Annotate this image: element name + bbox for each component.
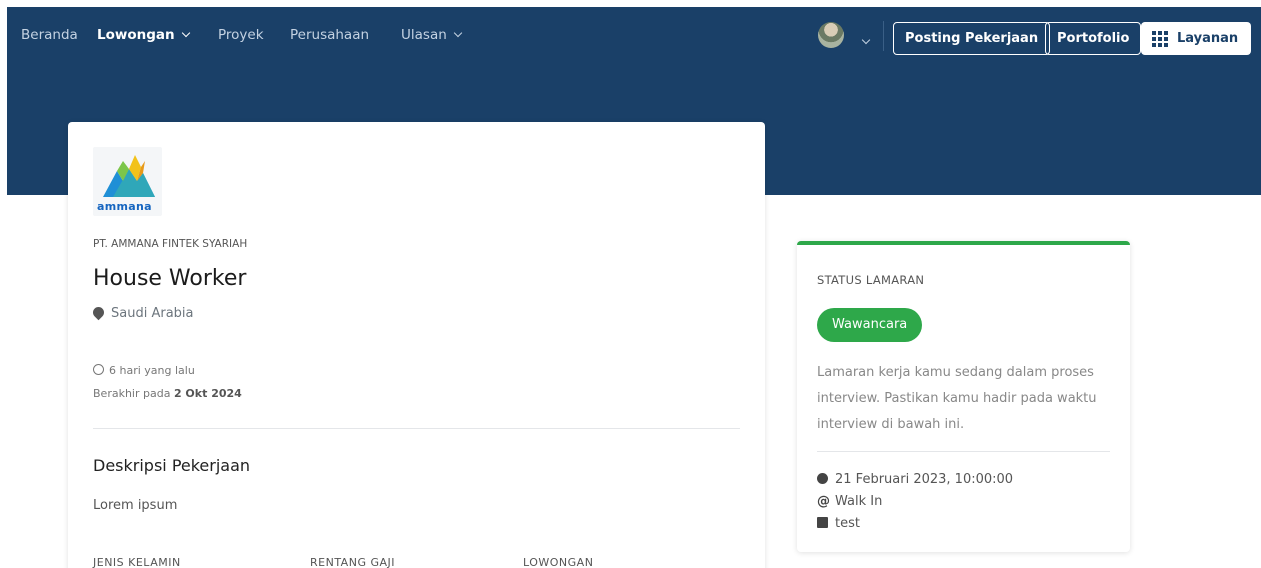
status-description: Lamaran kerja kamu sedang dalam proses i…: [817, 365, 1097, 432]
nav-ulasan-label: Ulasan: [401, 27, 447, 43]
location-text: Saudi Arabia: [111, 306, 194, 321]
deadline-date: 2 Okt 2024: [173, 387, 242, 400]
grid-icon: [1152, 31, 1168, 47]
deadline: Berakhir pada 2 Okt 2024: [93, 387, 242, 400]
nav-lowongan[interactable]: Lowongan: [97, 27, 190, 43]
divider: [817, 451, 1110, 452]
posted-time: 6 hari yang lalu: [93, 363, 195, 377]
note-icon: [817, 517, 828, 528]
interview-method-text: Walk In: [835, 494, 883, 509]
interview-note: test: [817, 516, 860, 531]
interview-method: @ Walk In: [817, 494, 882, 509]
interview-datetime-text: 21 Februari 2023, 10:00:00: [835, 472, 1014, 487]
job-title: House Worker: [93, 266, 247, 291]
avatar[interactable]: [818, 22, 844, 48]
nav-proyek[interactable]: Proyek: [218, 27, 264, 43]
company-name[interactable]: PT. AMMANA FINTEK SYARIAH: [93, 238, 247, 250]
chevron-down-icon: [181, 28, 190, 38]
services-button[interactable]: Layanan: [1141, 22, 1251, 55]
avatar-menu[interactable]: [855, 31, 871, 50]
mountain-logo-icon: [103, 155, 155, 197]
portfolio-button[interactable]: Portofolio: [1045, 22, 1142, 55]
nav-beranda[interactable]: Beranda: [21, 27, 78, 43]
chevron-down-icon: [453, 28, 463, 38]
nav-lowongan-label: Lowongan: [97, 27, 175, 43]
job-location: Saudi Arabia: [90, 304, 194, 321]
job-detail-card: ammana PT. AMMANA FINTEK SYARIAH House W…: [68, 122, 765, 568]
status-label: STATUS LAMARAN: [817, 273, 925, 287]
services-label: Layanan: [1177, 31, 1239, 46]
post-job-button[interactable]: Posting Pekerjaan: [893, 22, 1051, 55]
location-pin-icon: [90, 304, 107, 321]
clock-icon: [93, 364, 104, 375]
divider: [93, 428, 740, 429]
description-title: Deskripsi Pekerjaan: [93, 456, 251, 475]
nav-ulasan[interactable]: Ulasan: [401, 27, 463, 43]
status-badge: Wawancara: [817, 308, 923, 342]
at-icon: @: [817, 494, 830, 509]
description-text: Lorem ipsum: [93, 498, 178, 513]
company-logo: ammana: [93, 147, 162, 216]
chevron-down-icon: [861, 35, 871, 45]
posted-text: 6 hari yang lalu: [109, 364, 195, 377]
clock-icon: [817, 473, 828, 484]
deadline-prefix: Berakhir pada: [93, 387, 171, 400]
application-status-card: STATUS LAMARAN Wawancara Lamaran kerja k…: [797, 241, 1130, 552]
nav-divider: [883, 21, 884, 51]
logo-text: ammana: [97, 200, 152, 213]
nav-perusahaan[interactable]: Perusahaan: [290, 27, 369, 43]
top-nav: Beranda Lowongan Proyek Perusahaan Ulasa…: [7, 7, 1261, 67]
gender-heading: JENIS KELAMIN: [93, 556, 181, 568]
interview-datetime: 21 Februari 2023, 10:00:00: [817, 472, 1013, 487]
vacancy-heading: LOWONGAN: [523, 556, 594, 568]
interview-note-text: test: [835, 516, 860, 531]
salary-heading: RENTANG GAJI: [310, 556, 395, 568]
